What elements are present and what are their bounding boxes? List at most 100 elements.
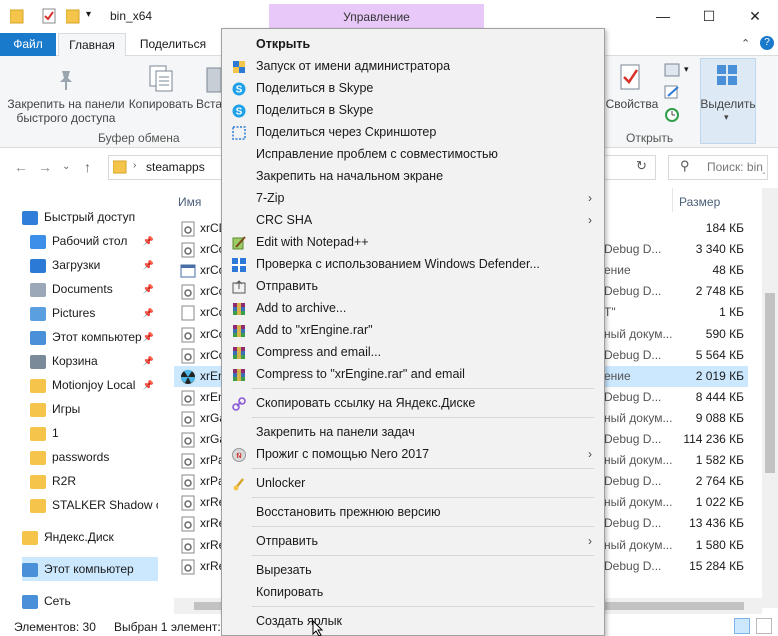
tab-manage[interactable]: Управление: [269, 4, 484, 31]
context-menu-item[interactable]: Compress and email...: [222, 341, 604, 363]
new-folder-quick-icon[interactable]: [65, 8, 80, 24]
paste-button[interactable]: Вставить: [196, 97, 222, 111]
column-header-name[interactable]: Имя: [178, 195, 201, 209]
context-menu-item[interactable]: Вырезать: [222, 559, 604, 581]
nav-item[interactable]: Загрузки 📌: [30, 253, 158, 277]
context-menu-item[interactable]: Закрепить на начальном экране: [222, 165, 604, 187]
recent-dropdown-icon[interactable]: ⌄: [62, 161, 70, 172]
tiles-view-icon[interactable]: [756, 618, 772, 634]
refresh-icon[interactable]: ↻: [636, 158, 647, 174]
nav-item[interactable]: ›Этот компьютер: [22, 557, 158, 581]
context-menu-item[interactable]: Открыть: [222, 33, 604, 55]
context-menu-item[interactable]: Скопировать ссылку на Яндекс.Диске: [222, 392, 604, 414]
context-menu-item[interactable]: Edit with Notepad++: [222, 231, 604, 253]
menu-separator: [252, 417, 594, 418]
nav-item[interactable]: R2R: [30, 469, 158, 493]
copy-button[interactable]: Копировать: [126, 97, 196, 111]
collapse-ribbon-icon[interactable]: ⌃: [741, 37, 750, 50]
properties-button[interactable]: Свойства: [604, 97, 660, 111]
pin-icon: 📌: [142, 236, 154, 246]
nav-item[interactable]: Pictures 📌: [30, 301, 158, 325]
context-menu-label: Закрепить на начальном экране: [256, 169, 444, 183]
nav-item[interactable]: 1: [30, 421, 158, 445]
context-menu-item[interactable]: Восстановить прежнюю версию: [222, 501, 604, 523]
properties-quick-icon[interactable]: [42, 8, 56, 24]
minimize-button[interactable]: —: [640, 0, 686, 32]
nav-item[interactable]: ⌄Быстрый доступ: [22, 205, 158, 229]
menu-separator: [252, 388, 594, 389]
context-menu-item[interactable]: N Прожиг с помощью Nero 2017 ›: [222, 443, 604, 465]
context-menu-label: Edit with Notepad++: [256, 235, 369, 249]
tab-share[interactable]: Поделиться: [130, 33, 216, 56]
help-icon[interactable]: ?: [760, 36, 774, 50]
vertical-scrollbar[interactable]: [762, 188, 778, 608]
context-menu-item[interactable]: Запуск от имени администратора: [222, 55, 604, 77]
context-menu-item[interactable]: S Поделиться в Skype: [222, 77, 604, 99]
context-menu-item[interactable]: Add to "xrEngine.rar": [222, 319, 604, 341]
context-menu-label: Открыть: [256, 37, 311, 51]
context-menu-item[interactable]: CRC SHA ›: [222, 209, 604, 231]
edit-icon[interactable]: [664, 85, 680, 99]
nav-item-label: Яндекс.Диск: [44, 530, 114, 544]
column-divider[interactable]: [672, 188, 673, 212]
qat-dropdown-icon[interactable]: ▾: [86, 9, 91, 20]
context-menu-item[interactable]: Создать ярлык: [222, 610, 604, 632]
up-icon[interactable]: ↑: [84, 159, 91, 175]
nav-item[interactable]: Корзина 📌: [30, 349, 158, 373]
tab-file[interactable]: Файл: [0, 33, 56, 56]
nav-item-icon: [22, 562, 38, 577]
history-icon[interactable]: [664, 107, 680, 123]
nav-item[interactable]: ›Сеть: [22, 589, 158, 613]
open-icon[interactable]: [664, 63, 680, 77]
file-type: Debug D...: [604, 242, 662, 257]
back-icon[interactable]: ←: [14, 159, 28, 175]
nav-item-label: passwords: [52, 450, 110, 464]
context-menu-item[interactable]: 7-Zip ›: [222, 187, 604, 209]
nav-item[interactable]: Documents 📌: [30, 277, 158, 301]
file-size: 114 236 КБ: [683, 432, 744, 446]
nav-item-icon: [30, 378, 46, 393]
nav-item[interactable]: Motionjoy Local 📌: [30, 373, 158, 397]
nav-item[interactable]: Игры: [30, 397, 158, 421]
details-view-icon[interactable]: [734, 618, 750, 634]
nav-item[interactable]: Этот компьютер 📌: [30, 325, 158, 349]
context-menu-label: Отправить: [256, 534, 318, 548]
context-menu-item[interactable]: Копировать: [222, 581, 604, 603]
context-menu-item[interactable]: S Поделиться в Skype: [222, 99, 604, 121]
context-menu-label: Проверка с использованием Windows Defend…: [256, 257, 540, 271]
nav-item-label: Этот компьютер: [44, 562, 134, 576]
gear-file-icon: [180, 327, 196, 343]
context-menu-item[interactable]: Unlocker: [222, 472, 604, 494]
skype-icon: S: [232, 103, 246, 118]
context-menu-item[interactable]: Поделиться через Скриншотер: [222, 121, 604, 143]
context-menu-item[interactable]: Compress to "xrEngine.rar" and email: [222, 363, 604, 385]
column-header-size[interactable]: Размер: [679, 195, 720, 209]
nav-item[interactable]: passwords: [30, 445, 158, 469]
pin-quick-access-button[interactable]: Закрепить на панели быстрого доступа: [4, 97, 128, 125]
nav-item[interactable]: Рабочий стол 📌: [30, 229, 158, 253]
tab-home[interactable]: Главная: [58, 33, 126, 56]
open-dropdown-icon[interactable]: ▾: [684, 64, 689, 75]
context-menu-item[interactable]: Отправить: [222, 275, 604, 297]
file-type: ение: [604, 368, 631, 383]
submenu-arrow-icon: ›: [588, 447, 592, 461]
nav-item[interactable]: ›Яндекс.Диск: [22, 525, 158, 549]
context-menu-item[interactable]: Add to archive...: [222, 297, 604, 319]
maximize-button[interactable]: ☐: [686, 0, 732, 32]
folder-icon: [9, 8, 24, 24]
close-button[interactable]: ✕: [732, 0, 778, 32]
nav-item[interactable]: STALKER Shadow of: [30, 493, 158, 517]
scroll-thumb[interactable]: [765, 293, 775, 473]
submenu-arrow-icon: ›: [588, 191, 592, 205]
svg-text:S: S: [236, 107, 243, 118]
context-menu-item[interactable]: Отправить ›: [222, 530, 604, 552]
forward-icon[interactable]: →: [38, 159, 52, 175]
nav-item-label: Pictures: [52, 306, 96, 320]
file-size: 2 748 КБ: [695, 284, 744, 299]
context-menu-item[interactable]: Исправление проблем с совместимостью: [222, 143, 604, 165]
context-menu-item[interactable]: Проверка с использованием Windows Defend…: [222, 253, 604, 275]
menu-separator: [252, 606, 594, 607]
context-menu-item[interactable]: Закрепить на панели задач: [222, 421, 604, 443]
breadcrumb-steamapps[interactable]: steamapps: [146, 160, 205, 174]
file-size: 8 444 КБ: [695, 389, 744, 404]
